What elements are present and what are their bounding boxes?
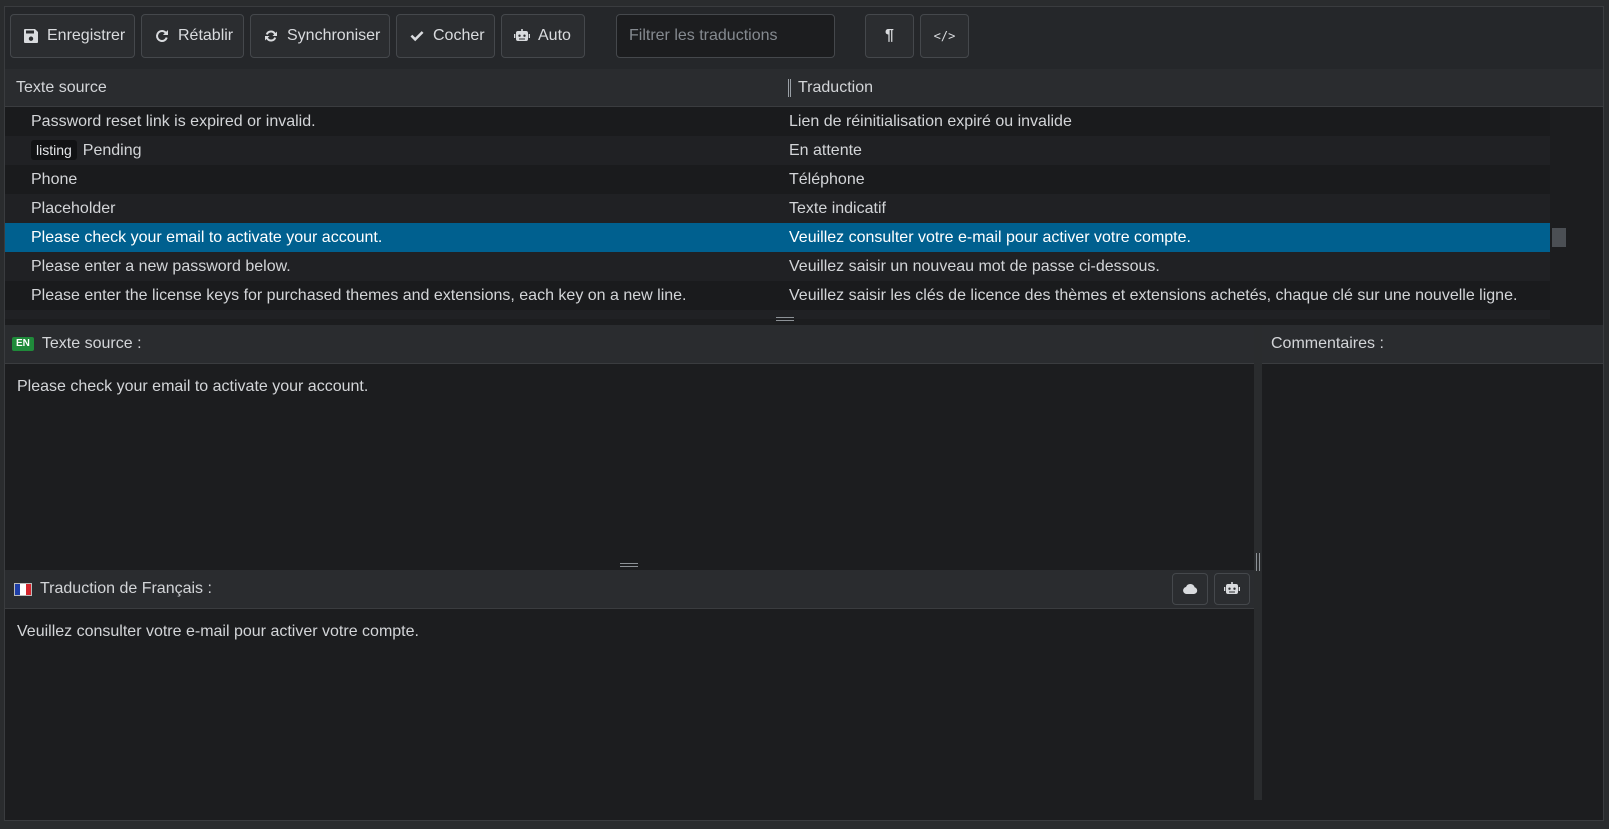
reset-label: Rétablir [178,27,234,44]
floppy-disk-icon [24,29,38,43]
table-row[interactable]: Please enter the license keys for purcha… [5,281,1550,310]
comments-panel-header: Commentaires : [1262,325,1603,364]
auto-translate-button[interactable]: Auto [501,14,585,58]
france-flag-icon [14,582,32,596]
source-cell: Password reset link is expired or invali… [31,113,316,130]
context-tag: listing [31,140,77,160]
comments-panel-title: Commentaires : [1271,335,1384,352]
translation-cell: Veuillez saisir les clés de licence des … [789,287,1518,304]
translation-panel-header: Traduction de Français : [5,570,1254,609]
toolbar: Enregistrer Rétablir Synchroniser Cocher… [5,7,1603,69]
code-icon: </> [933,29,956,43]
source-panel-title: Texte source : [41,335,142,352]
show-code-button[interactable]: </> [920,14,969,58]
source-cell: Please enter the license keys for purcha… [31,287,687,304]
cloud-icon [1183,583,1198,594]
source-text-area[interactable]: Please check your email to activate your… [5,364,1254,560]
editor-window: Enregistrer Rétablir Synchroniser Cocher… [4,6,1604,821]
robot-icon [1224,582,1240,594]
source-cell-with-tag: listing Pending [31,136,142,165]
comments-area[interactable] [1262,364,1603,800]
table-row[interactable]: Password reset link is expired or invali… [5,107,1550,136]
save-label: Enregistrer [47,27,126,44]
translation-text-area[interactable]: Veuillez consulter votre e-mail pour act… [5,609,1254,800]
table-row[interactable]: Placeholder Texte indicatif [5,194,1550,223]
list-splitter-handle[interactable] [776,317,794,321]
save-button[interactable]: Enregistrer [10,14,135,58]
pilcrow-icon: ¶ [885,27,894,44]
checkmark-icon [410,31,424,42]
source-text: Pending [82,142,142,159]
language-badge: EN [12,337,34,351]
filter-translations-input[interactable] [616,14,835,58]
source-cell: Phone [31,171,78,188]
cloud-translate-button[interactable] [1172,573,1208,605]
panel-splitter-handle[interactable] [1256,553,1260,571]
reset-button[interactable]: Rétablir [141,14,244,58]
show-whitespace-button[interactable]: ¶ [865,14,914,58]
robot-translate-button[interactable] [1214,573,1250,605]
translation-cell: Veuillez saisir un nouveau mot de passe … [789,258,1160,275]
robot-icon [514,29,530,41]
sync-label: Synchroniser [287,27,381,44]
rotate-right-icon [156,30,168,42]
translation-cell: En attente [789,142,862,159]
column-resize-handle[interactable] [788,79,791,97]
check-button[interactable]: Cocher [396,14,495,58]
translation-cell: Lien de réinitialisation expiré ou inval… [789,113,1072,130]
column-header-source[interactable]: Texte source [16,69,107,106]
table-header: Texte source Traduction [5,69,1603,107]
translation-panel-title: Traduction de Français : [40,580,212,597]
table-row[interactable]: Phone Téléphone [5,165,1550,194]
table-row[interactable]: listing Pending En attente [5,136,1550,165]
table-row-selected[interactable]: Please check your email to activate your… [5,223,1550,252]
auto-label: Auto [538,27,571,44]
translation-cell: Téléphone [789,171,865,188]
source-cell: Please enter a new password below. [31,258,291,275]
source-splitter-handle[interactable] [620,563,638,567]
table-row[interactable]: Please enter a new password below. Veuil… [5,252,1550,281]
translation-cell: Texte indicatif [789,200,886,217]
sync-icon [265,30,277,42]
source-cell: Placeholder [31,200,116,217]
source-panel-header: EN Texte source : [5,325,1254,364]
translation-list: Password reset link is expired or invali… [5,107,1550,319]
translation-cell: Veuillez consulter votre e-mail pour act… [789,229,1191,246]
sync-button[interactable]: Synchroniser [250,14,390,58]
check-label: Cocher [433,27,485,44]
scrollbar-thumb[interactable] [1552,228,1566,247]
source-cell: Please check your email to activate your… [31,229,383,246]
list-scrollbar[interactable] [1550,107,1568,319]
column-header-translation[interactable]: Traduction [798,69,873,106]
